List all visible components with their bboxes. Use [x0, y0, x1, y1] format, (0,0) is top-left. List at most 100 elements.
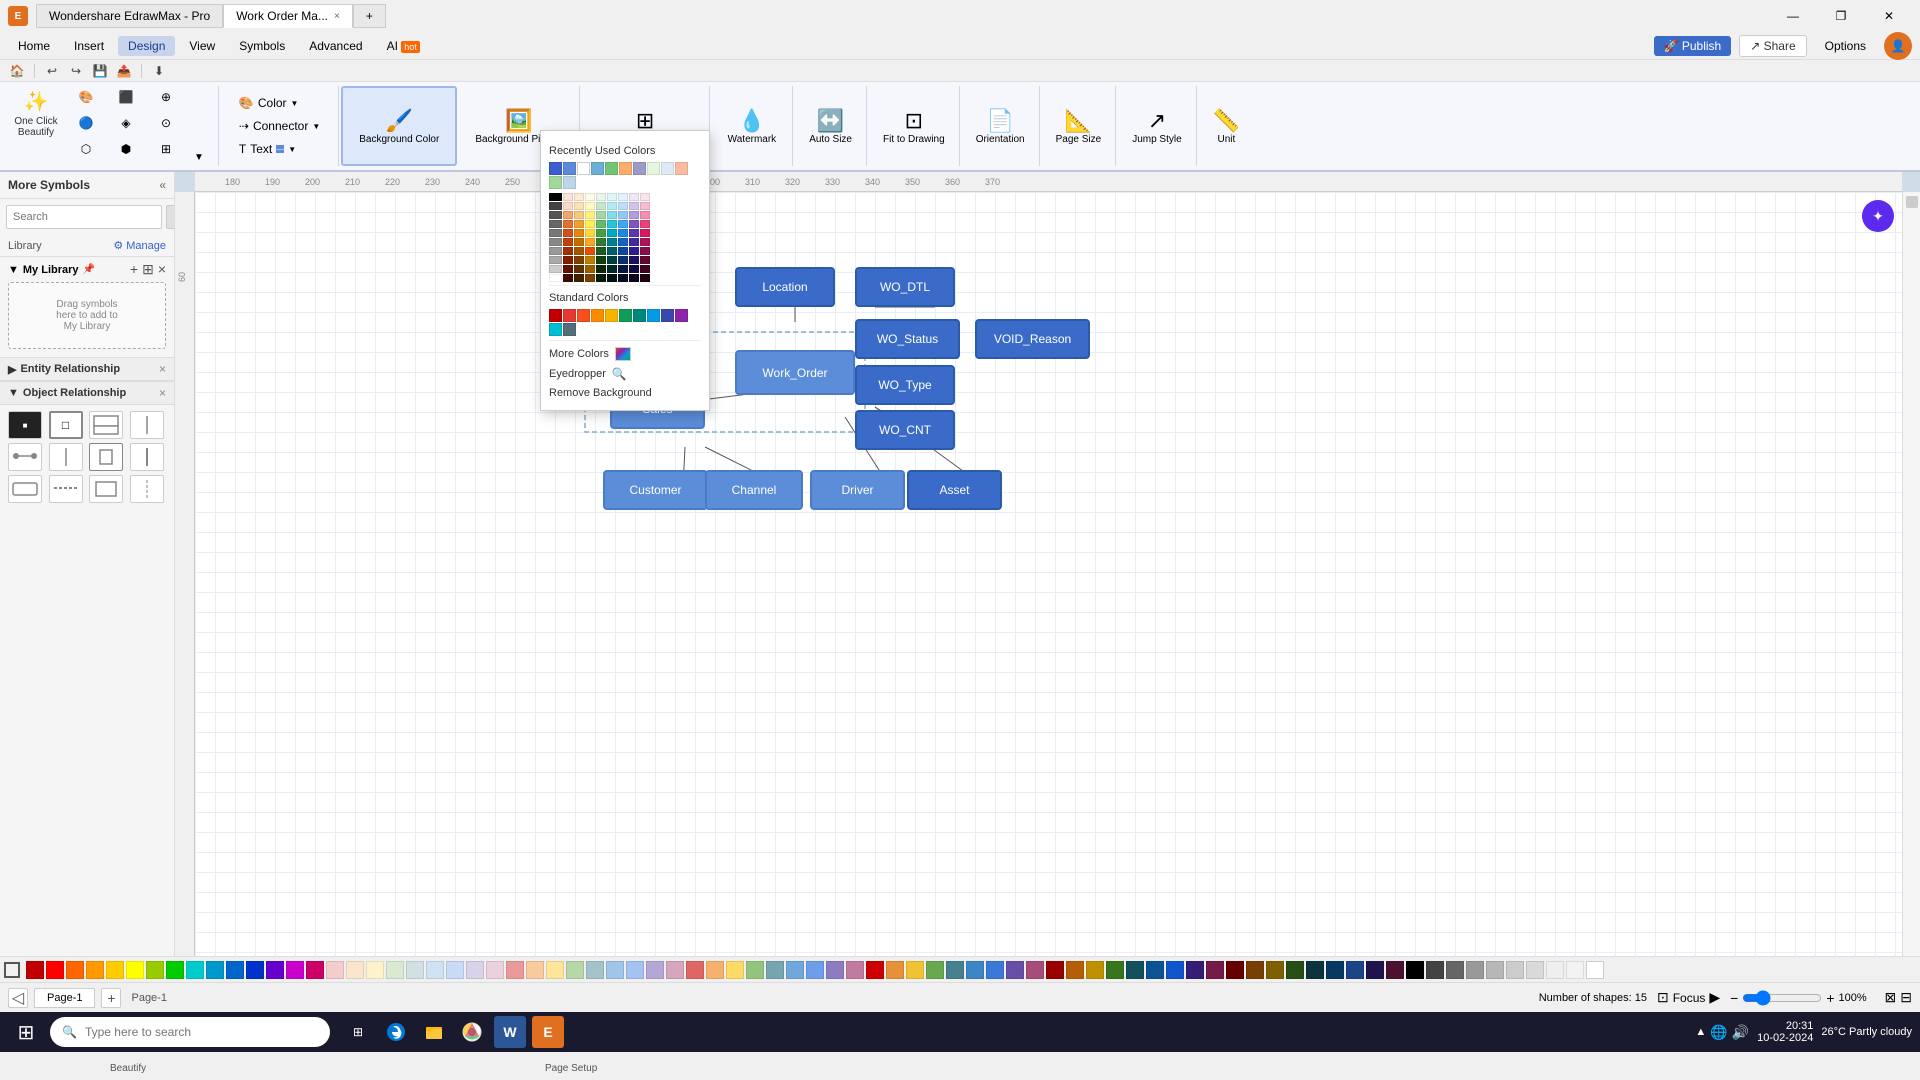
c6r3[interactable] — [618, 211, 628, 219]
node-driver[interactable]: Driver — [810, 470, 905, 510]
color-bar-swatch-56[interactable] — [1126, 961, 1144, 979]
std-color-12[interactable] — [563, 323, 576, 336]
c2r10[interactable] — [574, 274, 584, 282]
color-bar-swatch-9[interactable] — [186, 961, 204, 979]
c2r9[interactable] — [574, 265, 584, 273]
c8r5[interactable] — [640, 229, 650, 237]
c5r5[interactable] — [607, 229, 617, 237]
palette-dark5[interactable] — [549, 238, 562, 246]
std-color-8[interactable] — [647, 309, 660, 322]
c2r1[interactable] — [574, 193, 584, 201]
tab-work-order[interactable]: Work Order Ma... × — [223, 4, 353, 28]
color-bar-swatch-70[interactable] — [1406, 961, 1424, 979]
color-bar-swatch-36[interactable] — [726, 961, 744, 979]
std-color-4[interactable] — [591, 309, 604, 322]
c5r9[interactable] — [607, 265, 617, 273]
node-wo-type[interactable]: WO_Type — [855, 365, 955, 405]
c6r7[interactable] — [618, 247, 628, 255]
color-bar-swatch-1[interactable] — [26, 961, 44, 979]
color-bar-swatch-33[interactable] — [666, 961, 684, 979]
c8r9[interactable] — [640, 265, 650, 273]
recent-color-6[interactable] — [619, 162, 632, 175]
taskbar-edge[interactable] — [380, 1016, 412, 1048]
c3r3[interactable] — [585, 211, 595, 219]
c1r9[interactable] — [563, 265, 573, 273]
qa-more[interactable]: ⬇ — [150, 62, 168, 80]
c4r3[interactable] — [596, 211, 606, 219]
c6r1[interactable] — [618, 193, 628, 201]
recent-color-11[interactable] — [549, 176, 562, 189]
recent-color-9[interactable] — [661, 162, 674, 175]
recent-color-12[interactable] — [563, 176, 576, 189]
c2r7[interactable] — [574, 247, 584, 255]
eyedropper-option[interactable]: Eyedropper 🔍 — [549, 364, 701, 384]
my-library-add-button[interactable]: + — [130, 261, 138, 278]
qa-home[interactable]: 🏠 — [8, 62, 26, 80]
color-bar-swatch-49[interactable] — [986, 961, 1004, 979]
color-bar-swatch-43[interactable] — [866, 961, 884, 979]
tab-new[interactable]: + — [353, 4, 386, 28]
color-bar-swatch-57[interactable] — [1146, 961, 1164, 979]
c5r2[interactable] — [607, 202, 617, 210]
std-color-2[interactable] — [563, 309, 576, 322]
color-bar-swatch-38[interactable] — [766, 961, 784, 979]
menu-ai[interactable]: AI hot — [377, 36, 430, 56]
tray-network[interactable]: 🌐 — [1710, 1024, 1727, 1041]
shape-item-9[interactable] — [8, 475, 42, 503]
recent-color-1[interactable] — [549, 162, 562, 175]
color-bar-swatch-68[interactable] — [1366, 961, 1384, 979]
node-wo-status[interactable]: WO_Status — [855, 319, 960, 359]
c2r4[interactable] — [574, 220, 584, 228]
text-dropdown-button[interactable]: T Text — ▼ — [233, 139, 326, 159]
color-bar-swatch-64[interactable] — [1286, 961, 1304, 979]
entity-relationship-section[interactable]: ▶ Entity Relationship × — [0, 357, 174, 381]
color-bar-swatch-78[interactable] — [1566, 961, 1584, 979]
menu-design[interactable]: Design — [118, 36, 175, 56]
play-btn[interactable]: ▶ — [1709, 989, 1720, 1006]
node-customer[interactable]: Customer — [603, 470, 708, 510]
color-bar-swatch-61[interactable] — [1226, 961, 1244, 979]
c1r1[interactable] — [563, 193, 573, 201]
beautify-expand[interactable]: ▼ — [188, 86, 210, 166]
shape-item-10[interactable] — [49, 475, 83, 503]
fit-to-drawing-button[interactable]: ⊡ Fit to Drawing — [877, 105, 951, 148]
color-bar-swatch-26[interactable] — [526, 961, 544, 979]
shape-item-8[interactable] — [130, 443, 164, 471]
color-bar-swatch-12[interactable] — [246, 961, 264, 979]
color-bar-swatch-41[interactable] — [826, 961, 844, 979]
restore-button[interactable]: ❐ — [1818, 1, 1864, 31]
beautify-btn-8[interactable]: ⊙ — [148, 114, 184, 138]
color-bar-swatch-15[interactable] — [306, 961, 324, 979]
c2r6[interactable] — [574, 238, 584, 246]
qa-undo[interactable]: ↩ — [43, 62, 61, 80]
std-color-11[interactable] — [549, 323, 562, 336]
c3r4[interactable] — [585, 220, 595, 228]
menu-insert[interactable]: Insert — [64, 36, 114, 56]
beautify-btn-6[interactable]: ⬢ — [108, 140, 144, 164]
shape-item-5[interactable] — [8, 443, 42, 471]
c1r3[interactable] — [563, 211, 573, 219]
c6r10[interactable] — [618, 274, 628, 282]
c4r5[interactable] — [596, 229, 606, 237]
c3r8[interactable] — [585, 256, 595, 264]
c4r8[interactable] — [596, 256, 606, 264]
c3r7[interactable] — [585, 247, 595, 255]
node-void-reason[interactable]: VOID_Reason — [975, 319, 1090, 359]
c7r7[interactable] — [629, 247, 639, 255]
orientation-button[interactable]: 📄 Orientation — [970, 105, 1031, 148]
color-bar-swatch-13[interactable] — [266, 961, 284, 979]
color-bar-swatch-23[interactable] — [466, 961, 484, 979]
color-bar-swatch-6[interactable] — [126, 961, 144, 979]
color-bar-swatch-24[interactable] — [486, 961, 504, 979]
c6r9[interactable] — [618, 265, 628, 273]
color-bar-swatch-52[interactable] — [1046, 961, 1064, 979]
c1r2[interactable] — [563, 202, 573, 210]
tab-close-icon[interactable]: × — [334, 11, 340, 22]
search-input[interactable] — [6, 205, 162, 229]
c7r5[interactable] — [629, 229, 639, 237]
menu-home[interactable]: Home — [8, 36, 60, 56]
qa-export[interactable]: 📤 — [115, 62, 133, 80]
color-bar-swatch-20[interactable] — [406, 961, 424, 979]
color-bar-swatch-58[interactable] — [1166, 961, 1184, 979]
color-bar-swatch-18[interactable] — [366, 961, 384, 979]
